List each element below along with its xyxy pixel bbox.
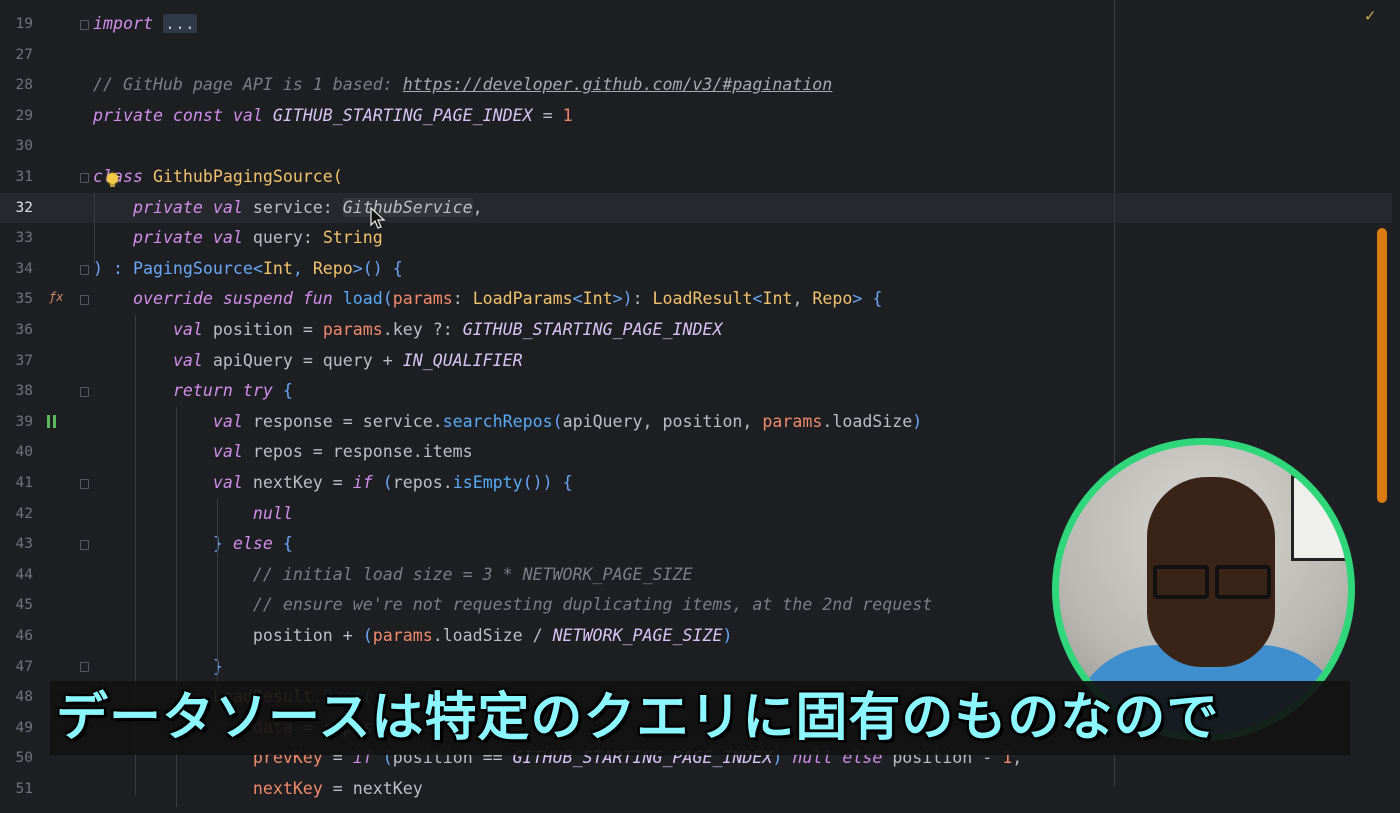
line-number: 28	[15, 77, 33, 94]
line-number: 32	[15, 199, 33, 216]
fold-marker[interactable]	[80, 295, 89, 305]
line-number: 39	[15, 413, 33, 430]
code-text[interactable]: return try {	[93, 376, 293, 407]
code-text[interactable]: position + (params.loadSize / NETWORK_PA…	[93, 621, 733, 652]
code-text[interactable]: val repos = response.items	[93, 437, 473, 468]
fold-marker[interactable]	[80, 540, 89, 550]
line-number: 35	[15, 291, 33, 308]
line-number: 42	[15, 505, 33, 522]
line-number: 48	[15, 689, 33, 706]
glasses-lens	[1215, 565, 1271, 599]
code-line: 39 val response = service.searchRepos(ap…	[0, 407, 1392, 438]
fold-marker[interactable]	[80, 662, 89, 672]
pause-icon[interactable]	[47, 413, 59, 432]
line-number: 46	[15, 628, 33, 644]
fold-marker[interactable]	[80, 173, 89, 183]
line-number: 33	[15, 230, 33, 247]
line-number: 19	[15, 16, 33, 32]
code-text[interactable]: import ...	[93, 9, 197, 40]
line-number: 27	[15, 46, 33, 63]
code-line: 35 override suspend fun load(params: Loa…	[0, 284, 1392, 315]
line-number: 43	[15, 536, 33, 553]
override-function-icon[interactable]: ƒx	[49, 290, 63, 304]
scrollbar-thumb[interactable]	[1377, 228, 1387, 503]
code-text[interactable]: // ensure we're not requesting duplicati…	[93, 590, 932, 621]
code-line: 19 import ...	[0, 9, 1392, 40]
code-line: 29 private const val GITHUB_STARTING_PAG…	[0, 101, 1392, 132]
code-text[interactable]: private val query: String	[93, 223, 383, 254]
code-text[interactable]: // GitHub page API is 1 based: https://d…	[93, 70, 832, 101]
code-text[interactable]: ) : PagingSource<Int, Repo>() {	[93, 254, 403, 285]
line-number: 47	[15, 658, 33, 675]
code-text[interactable]: class GithubPagingSource(	[93, 162, 343, 193]
code-line: 31 class GithubPagingSource(	[0, 162, 1392, 193]
code-line: 36 val position = params.key ?: GITHUB_S…	[0, 315, 1392, 346]
code-line: 38 return try {	[0, 376, 1392, 407]
code-text[interactable]: // initial load size = 3 * NETWORK_PAGE_…	[93, 560, 693, 591]
code-text[interactable]: nextKey = nextKey	[93, 774, 423, 805]
code-text[interactable]: private const val GITHUB_STARTING_PAGE_I…	[93, 101, 573, 132]
code-line: 34 ) : PagingSource<Int, Repo>() {	[0, 254, 1392, 285]
line-number: 36	[15, 322, 33, 338]
line-number: 40	[15, 444, 33, 461]
code-text[interactable]: val position = params.key ?: GITHUB_STAR…	[93, 315, 723, 346]
line-number: 29	[15, 107, 33, 124]
line-number: 31	[15, 169, 33, 185]
code-text[interactable]: private val service: GithubService,	[93, 193, 483, 224]
code-line: 27	[0, 40, 1392, 71]
code-line: 51 nextKey = nextKey	[0, 774, 1392, 805]
fold-marker[interactable]	[80, 479, 89, 489]
code-line-current: 32 private val service: GithubService,	[0, 192, 1392, 224]
code-text[interactable]: override suspend fun load(params: LoadPa…	[93, 284, 882, 315]
code-text[interactable]: val response = service.searchRepos(apiQu…	[93, 407, 922, 438]
line-number: 37	[15, 352, 33, 369]
mouse-cursor-icon	[370, 206, 386, 235]
code-line: 30	[0, 131, 1392, 162]
line-number: 30	[15, 138, 33, 155]
fold-marker[interactable]	[80, 20, 89, 30]
line-number: 34	[15, 260, 33, 277]
line-number: 45	[15, 597, 33, 614]
fold-marker[interactable]	[80, 265, 89, 275]
line-number: 38	[15, 383, 33, 400]
fold-marker[interactable]	[80, 387, 89, 397]
code-text[interactable]: }	[93, 652, 223, 683]
glasses-lens	[1153, 565, 1209, 599]
code-text[interactable]: null	[93, 499, 293, 530]
code-line: 37 val apiQuery = query + IN_QUALIFIER	[0, 346, 1392, 377]
indent-guide	[217, 499, 218, 559]
code-text[interactable]: val apiQuery = query + IN_QUALIFIER	[93, 346, 523, 377]
background-frame	[1291, 475, 1348, 561]
line-number: 44	[15, 566, 33, 583]
indent-guide	[94, 193, 95, 263]
subtitle-caption: データソースは特定のクエリに固有のものなので	[56, 688, 1220, 748]
lightbulb-icon[interactable]	[107, 173, 118, 187]
code-line: 33 private val query: String	[0, 223, 1392, 254]
line-number: 50	[15, 750, 33, 767]
line-number: 51	[15, 781, 33, 797]
line-number: 49	[15, 719, 33, 736]
code-text[interactable]: } else {	[93, 529, 293, 560]
line-number: 41	[15, 475, 33, 491]
code-text[interactable]: val nextKey = if (repos.isEmpty()) {	[93, 468, 573, 499]
check-icon[interactable]: ✓	[1365, 6, 1375, 26]
code-line: 28 // GitHub page API is 1 based: https:…	[0, 70, 1392, 101]
indent-guide	[217, 560, 218, 682]
